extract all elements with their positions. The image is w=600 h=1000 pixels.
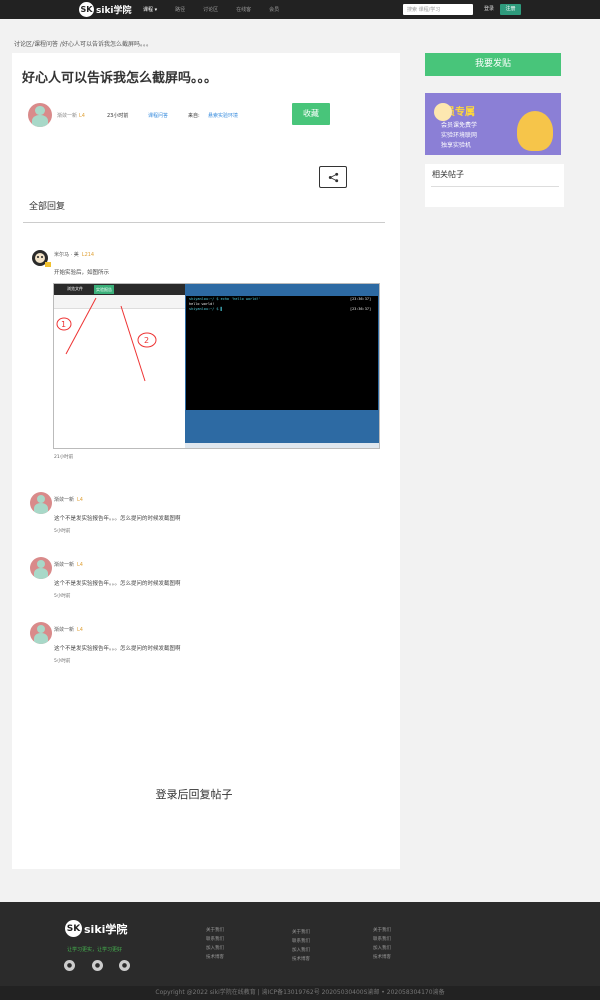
post-title: 好心人可以告诉我怎么截屏吗。。。	[22, 71, 218, 86]
reply-author[interactable]: 渐敛一新 L4	[54, 626, 83, 633]
footer-link[interactable]: 加入我们	[292, 946, 310, 955]
banner-line-1: 会员课免费学	[441, 122, 478, 129]
nav-item-courses[interactable]: 课程 ▾	[143, 6, 157, 13]
related-divider	[431, 186, 559, 187]
register-button[interactable]: 注册	[500, 4, 521, 15]
login-link[interactable]: 登录	[484, 5, 494, 12]
nav-item-forum[interactable]: 讨论区	[203, 6, 218, 13]
reply-avatar[interactable]	[30, 492, 52, 514]
footer-link[interactable]: 联系我们	[373, 935, 391, 944]
reply-author-level: L214	[81, 252, 95, 258]
site-logo[interactable]: SK siki学院	[79, 2, 132, 17]
terminal-line-2: hello world!	[189, 302, 215, 306]
reply-author-level: L4	[77, 562, 83, 568]
logo-text: siki学院	[96, 6, 132, 16]
terminal-line-1: shiyanlou:~/ $ echo 'hello world!'	[189, 297, 261, 301]
footer-link[interactable]: 技术博客	[373, 953, 391, 962]
nav-item-online[interactable]: 在线客	[236, 6, 251, 13]
footer-logo-mark: SK	[65, 920, 82, 937]
footer-links-col-3: 关于我们 联系我们 加入我们 技术博客	[373, 926, 391, 962]
qq-icon[interactable]: ●	[92, 960, 103, 971]
new-post-button[interactable]: 我要发贴	[425, 53, 561, 76]
footer-link[interactable]: 加入我们	[206, 944, 224, 953]
reply-text: 开始实验后，如图所示	[54, 270, 110, 276]
weibo-icon[interactable]: ●	[119, 960, 130, 971]
reply-screenshot[interactable]: 浏览文件 实验报告 shiyanlou:~/ $ echo 'hello wor…	[53, 283, 380, 449]
annotation-mark-1: 1	[61, 320, 66, 329]
nav-menu: 课程 ▾ 路径 讨论区 在线客 会员	[143, 0, 297, 19]
breadcrumb[interactable]: 讨论区/课程问答 /好心人可以告诉我怎么截屏吗。。。	[14, 39, 152, 48]
terminal-line-3: shiyanlou:~/ $ ▌	[189, 307, 223, 311]
reply-author[interactable]: 渐敛一新 L4	[54, 561, 83, 568]
post-time: 23小时前	[107, 113, 129, 119]
top-nav: SK siki学院 课程 ▾ 路径 讨论区 在线客 会员 搜索 课程/学习 登录…	[0, 0, 600, 19]
copyright: Copyright @2022 siki学院在线教育 | 渝ICP备130197…	[0, 986, 600, 1000]
reply-author-name: 米尔马 · 美	[54, 252, 79, 258]
reply-avatar[interactable]	[30, 557, 52, 579]
reply-time: 5小时前	[54, 659, 71, 664]
footer-logo[interactable]: SK siki学院	[65, 920, 127, 937]
reply-author-name: 渐敛一新	[54, 627, 75, 633]
banner-line-2: 实验环境联网	[441, 132, 478, 139]
reply-author[interactable]: 米尔马 · 美 L214	[54, 251, 94, 258]
footer-link[interactable]: 加入我们	[373, 944, 391, 953]
screenshot-taskbar	[185, 443, 379, 448]
footer-logo-text: siki学院	[84, 922, 128, 936]
terminal-time-1: [23:36:37]	[350, 297, 372, 301]
reply-text: 这个不是发实验报告年。。。怎么提问的时候发截图啊	[54, 516, 181, 522]
reply-avatar[interactable]	[30, 622, 52, 644]
collect-button[interactable]: 收藏	[292, 103, 330, 125]
search-input[interactable]: 搜索 课程/学习	[403, 4, 473, 15]
reply-author-level: L4	[77, 497, 83, 503]
footer-links-col-1: 关于我们 联系我们 加入我们 技术博客	[206, 926, 224, 962]
banner-line-3: 独享实验机	[441, 142, 472, 149]
reply-text: 这个不是发实验报告年。。。怎么提问的时候发截图啊	[54, 581, 181, 587]
reply-author-name: 渐敛一新	[54, 497, 75, 503]
screenshot-terminal	[186, 296, 378, 410]
footer-link[interactable]: 技术博客	[206, 953, 224, 962]
replies-divider	[23, 222, 385, 223]
reply-author-name: 渐敛一新	[54, 562, 75, 568]
replies-heading: 全部回复	[29, 202, 66, 212]
author-level: L4	[79, 113, 85, 119]
footer-link[interactable]: 联系我们	[206, 935, 224, 944]
author-name[interactable]: 渐敛一新 L4	[57, 112, 85, 119]
footer-links-col-2: 关于我们 联系我们 加入我们 技术博客	[292, 928, 310, 964]
logo-mark: SK	[79, 2, 94, 17]
share-icon	[328, 172, 338, 182]
banner-mascot	[517, 111, 553, 151]
annotation-mark-2: 2	[144, 336, 149, 345]
wechat-icon[interactable]: ●	[64, 960, 75, 971]
banner-mascot-face	[434, 103, 452, 121]
reply-author[interactable]: 渐敛一新 L4	[54, 496, 83, 503]
reply-time: 5小时前	[54, 594, 71, 599]
vip-banner[interactable]: 会员专属 会员课免费学 实验环境联网 独享实验机	[425, 93, 561, 155]
nav-item-vip[interactable]: 会员	[269, 6, 279, 13]
reply-author-level: L4	[77, 627, 83, 633]
from-label: 来自:	[188, 113, 200, 119]
author-name-text: 渐敛一新	[57, 113, 78, 119]
reply-time: 21小时前	[54, 455, 74, 460]
reply-time: 5小时前	[54, 529, 71, 534]
share-button[interactable]	[319, 166, 347, 188]
related-posts-title: 相关帖子	[432, 170, 464, 179]
author-avatar[interactable]	[28, 103, 52, 127]
footer-link[interactable]: 关于我们	[206, 926, 224, 935]
footer-link[interactable]: 关于我们	[373, 926, 391, 935]
reply-avatar-mascot[interactable]	[30, 247, 52, 269]
post-category[interactable]: 课程问答	[148, 112, 168, 119]
footer-slogan: 让学习更实，让学习更好	[67, 947, 123, 953]
footer-link[interactable]: 联系我们	[292, 937, 310, 946]
footer-link[interactable]: 技术博客	[292, 955, 310, 964]
terminal-time-2: [23:36:37]	[350, 307, 372, 311]
footer-link[interactable]: 关于我们	[292, 928, 310, 937]
nav-item-paths[interactable]: 路径	[175, 6, 185, 13]
screenshot-annotations: 1 2	[56, 297, 157, 382]
login-to-reply-link[interactable]: 登录后回复帖子	[0, 786, 388, 802]
mascot-avatar-icon	[32, 250, 51, 267]
reply-text: 这个不是发实验报告年。。。怎么提问的时候发截图啊	[54, 646, 181, 652]
post-source[interactable]: 悬索实验环境	[208, 112, 238, 119]
